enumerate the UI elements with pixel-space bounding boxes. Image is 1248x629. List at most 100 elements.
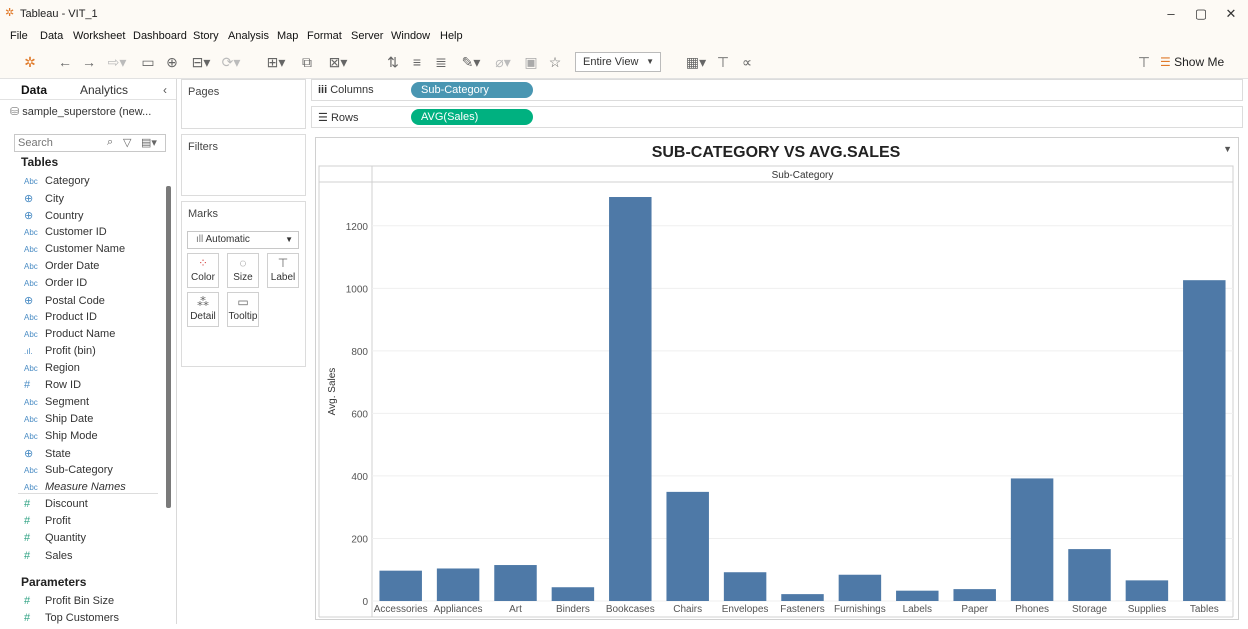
- bar[interactable]: [1125, 580, 1169, 601]
- group-members-icon[interactable]: ⌀▾: [490, 52, 516, 72]
- menu-analysis[interactable]: Analysis: [228, 30, 269, 42]
- field-item[interactable]: Abc Ship Mode: [24, 430, 98, 447]
- minimize-button[interactable]: –: [1157, 5, 1185, 23]
- sort-descending-icon[interactable]: ≣: [432, 52, 450, 72]
- field-item[interactable]: ⊕ City: [24, 192, 64, 209]
- field-item[interactable]: Abc Order Date: [24, 260, 99, 277]
- menu-file[interactable]: File: [10, 30, 28, 42]
- new-datasource-icon[interactable]: ⊕: [164, 52, 180, 72]
- bar[interactable]: [838, 574, 882, 601]
- redo-icon[interactable]: →: [80, 52, 98, 72]
- tab-data[interactable]: Data: [21, 83, 47, 97]
- field-item[interactable]: ⊕ Postal Code: [24, 294, 105, 311]
- replay-icon[interactable]: ⇨▾: [102, 52, 132, 72]
- rows-pill-avg-sales[interactable]: AVG(Sales): [411, 109, 533, 125]
- field-item[interactable]: # Profit: [24, 515, 71, 532]
- highlight-icon[interactable]: ✎▾: [458, 52, 484, 72]
- bar[interactable]: [436, 568, 480, 601]
- field-item[interactable]: Abc Region: [24, 362, 80, 379]
- bar[interactable]: [379, 570, 422, 601]
- pages-card[interactable]: Pages: [181, 79, 306, 129]
- tab-analytics[interactable]: Analytics: [80, 83, 128, 97]
- duplicate-sheet-icon[interactable]: ⧉: [298, 52, 316, 72]
- menu-worksheet[interactable]: Worksheet: [73, 30, 125, 42]
- menu-dashboard[interactable]: Dashboard: [133, 30, 187, 42]
- search-input[interactable]: [18, 136, 103, 150]
- sort-ascending-icon[interactable]: ≡: [408, 52, 426, 72]
- field-item[interactable]: Abc Segment: [24, 396, 89, 413]
- field-item[interactable]: ⊕ State: [24, 447, 71, 464]
- field-item[interactable]: Abc Customer Name: [24, 243, 125, 260]
- fix-axes-icon[interactable]: ☆: [546, 52, 564, 72]
- columns-pill-sub-category[interactable]: Sub-Category: [411, 82, 533, 98]
- field-item[interactable]: Abc Category: [24, 175, 90, 192]
- field-item[interactable]: # Sales: [24, 550, 73, 567]
- label-button[interactable]: ⊤ Label: [267, 253, 299, 288]
- tableau-home-icon[interactable]: ✲: [20, 52, 40, 72]
- bar[interactable]: [494, 565, 537, 601]
- rows-shelf[interactable]: ☰ Rows AVG(Sales): [311, 106, 1243, 128]
- x-tick-label: Bookcases: [606, 604, 655, 615]
- field-item[interactable]: Abc Order ID: [24, 277, 87, 294]
- datasource-item[interactable]: ⛁ sample_superstore (new...: [10, 105, 170, 118]
- field-item[interactable]: Abc Ship Date: [24, 413, 93, 430]
- field-item[interactable]: # Row ID: [24, 379, 81, 396]
- filters-card[interactable]: Filters: [181, 134, 306, 196]
- menu-window[interactable]: Window: [391, 30, 430, 42]
- bar[interactable]: [953, 589, 996, 601]
- pause-updates-icon[interactable]: ⊟▾: [188, 52, 214, 72]
- close-button[interactable]: ✕: [1217, 5, 1245, 23]
- color-button[interactable]: ⁘ Color: [187, 253, 219, 288]
- field-item[interactable]: ⊕ Country: [24, 209, 84, 226]
- swap-rows-columns-icon[interactable]: ⇅: [384, 52, 402, 72]
- new-worksheet-icon[interactable]: ⊞▾: [262, 52, 290, 72]
- collapse-pane-icon[interactable]: ‹: [163, 83, 167, 97]
- search-icon[interactable]: ⌕: [107, 136, 113, 149]
- bar[interactable]: [1183, 280, 1226, 601]
- columns-shelf[interactable]: iii Columns Sub-Category: [311, 79, 1243, 101]
- menu-data[interactable]: Data: [40, 30, 63, 42]
- mark-type-dropdown[interactable]: ıll Automatic ▼: [187, 231, 299, 249]
- size-button[interactable]: ◌ Size: [227, 253, 259, 288]
- pin-icon[interactable]: ⊤: [1135, 52, 1153, 72]
- bar[interactable]: [896, 590, 939, 601]
- fit-dropdown[interactable]: Entire View ▼: [575, 52, 661, 72]
- menu-help[interactable]: Help: [440, 30, 463, 42]
- bar[interactable]: [781, 594, 824, 601]
- field-item[interactable]: Abc Sub-Category: [24, 464, 113, 481]
- share-icon[interactable]: ∝: [738, 52, 756, 72]
- menu-format[interactable]: Format: [307, 30, 342, 42]
- menu-story[interactable]: Story: [193, 30, 219, 42]
- filter-icon[interactable]: ▽: [123, 136, 131, 149]
- bar[interactable]: [666, 491, 709, 601]
- menu-server[interactable]: Server: [351, 30, 383, 42]
- bar[interactable]: [1068, 549, 1111, 601]
- field-item[interactable]: Abc Product Name: [24, 328, 115, 345]
- field-item[interactable]: Abc Customer ID: [24, 226, 107, 243]
- data-pane-scrollbar[interactable]: [166, 186, 171, 508]
- restore-button[interactable]: ▢: [1187, 5, 1215, 23]
- field-item[interactable]: # Profit Bin Size: [24, 595, 114, 612]
- field-item[interactable]: .ıl. Profit (bin): [24, 345, 96, 362]
- field-item[interactable]: Abc Measure Names: [24, 481, 126, 498]
- field-item[interactable]: # Top Customers: [24, 612, 119, 629]
- field-item[interactable]: Abc Product ID: [24, 311, 97, 328]
- show-me-button[interactable]: ☰ Show Me: [1160, 53, 1224, 73]
- clear-sheet-icon[interactable]: ⊠▾: [324, 52, 352, 72]
- tooltip-button[interactable]: ▭ Tooltip: [227, 292, 259, 327]
- undo-icon[interactable]: ←: [56, 52, 74, 72]
- field-item[interactable]: # Quantity: [24, 532, 86, 549]
- refresh-icon[interactable]: ⟳▾: [220, 52, 242, 72]
- field-item[interactable]: # Discount: [24, 498, 88, 515]
- save-icon[interactable]: ▭: [140, 52, 156, 72]
- show-cards-icon[interactable]: ▦▾: [682, 52, 710, 72]
- bar[interactable]: [609, 197, 652, 601]
- presentation-mode-icon[interactable]: ⊤: [714, 52, 732, 72]
- bar[interactable]: [1010, 478, 1054, 601]
- view-options-icon[interactable]: ▤▾: [141, 136, 157, 149]
- bar[interactable]: [551, 587, 595, 601]
- menu-map[interactable]: Map: [277, 30, 298, 42]
- bar[interactable]: [723, 572, 767, 601]
- detail-button[interactable]: ⁂ Detail: [187, 292, 219, 327]
- show-labels-icon[interactable]: ▣: [522, 52, 540, 72]
